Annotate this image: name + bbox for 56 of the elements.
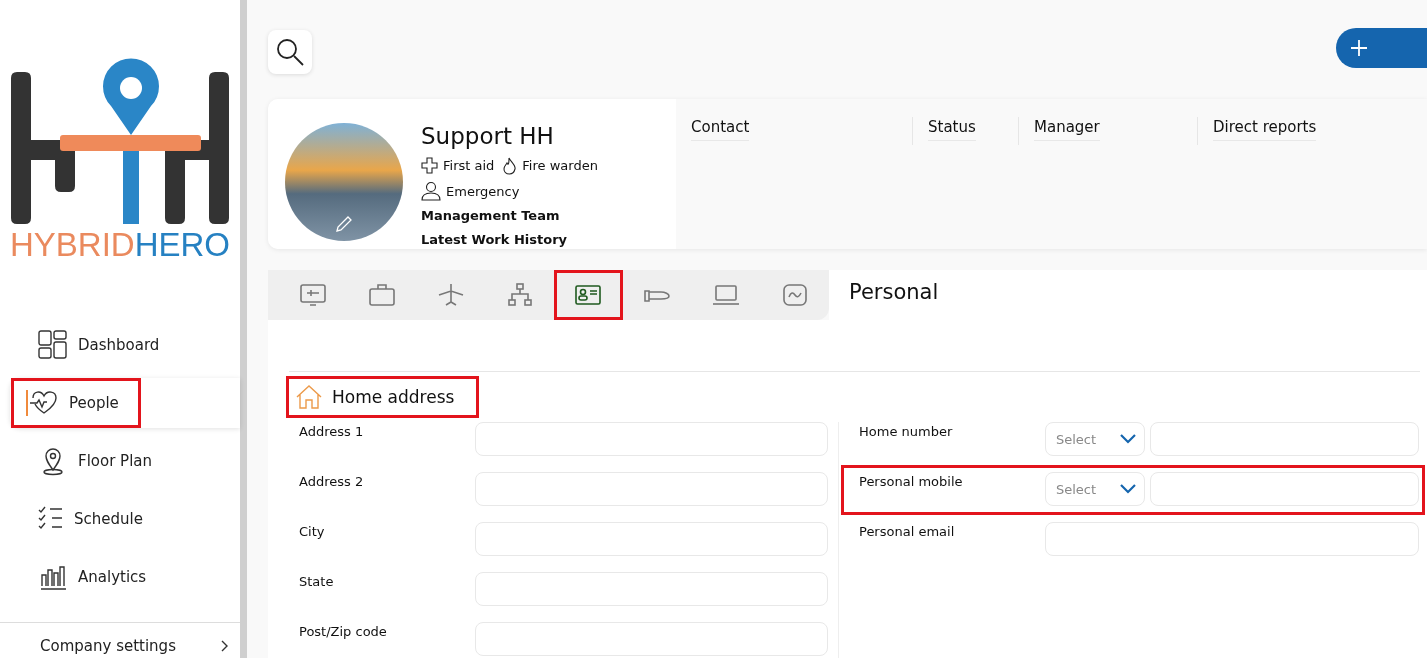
nav-label: People xyxy=(69,394,119,412)
column-heading: Contact xyxy=(691,117,750,141)
chevron-right-icon xyxy=(220,640,228,652)
field-label: City xyxy=(299,523,326,541)
flame-icon xyxy=(502,156,518,175)
monitor-icon xyxy=(299,283,328,307)
nav-item[interactable]: Analytics xyxy=(0,552,240,602)
field-label: Post/Zip code xyxy=(299,623,388,641)
nav-item-active[interactable]: People xyxy=(10,378,240,428)
team-link[interactable]: Management Team xyxy=(421,205,598,226)
search-icon xyxy=(275,37,305,67)
field-label: Address 1 xyxy=(299,423,365,441)
chevron-down-icon xyxy=(1120,484,1136,494)
checklist-icon xyxy=(38,506,64,532)
nav-item[interactable]: Dashboard xyxy=(0,320,240,370)
role-label: First aid xyxy=(443,158,495,174)
nav-label: Floor Plan xyxy=(78,452,152,470)
country-code-dropdown[interactable]: Select xyxy=(1045,472,1145,506)
laptop-icon xyxy=(711,283,740,307)
add-button[interactable] xyxy=(1336,28,1427,68)
tab[interactable] xyxy=(554,270,623,320)
column-heading: Direct reports xyxy=(1213,117,1317,141)
org-chart-icon xyxy=(505,283,534,307)
work-history-link[interactable]: Latest Work History xyxy=(421,229,598,249)
field-label: Personal mobile xyxy=(859,473,964,491)
nav-label: Schedule xyxy=(74,510,143,528)
section-title: Home address xyxy=(332,387,455,407)
column-heading: Manager xyxy=(1034,117,1100,141)
nav-label: Dashboard xyxy=(78,336,160,354)
chevron-down-icon xyxy=(1120,434,1136,444)
plus-icon xyxy=(1350,39,1368,57)
airplane-icon xyxy=(436,283,465,307)
nav-label: Analytics xyxy=(78,568,147,586)
column-heading: Status xyxy=(928,117,976,141)
dashboard-icon xyxy=(38,330,68,360)
nav-item[interactable]: Schedule xyxy=(0,494,240,544)
field-label: Address 2 xyxy=(299,473,365,491)
person-icon xyxy=(421,181,441,202)
search-button[interactable] xyxy=(268,30,312,74)
line-chart-icon xyxy=(780,283,809,307)
briefcase-icon xyxy=(368,283,397,307)
logo-wordmark: HYBRIDHERO xyxy=(10,228,230,261)
nav-item[interactable]: Floor Plan xyxy=(0,436,240,486)
company-settings-link[interactable]: Company settings xyxy=(40,637,176,655)
country-code-dropdown[interactable]: Select xyxy=(1045,422,1145,456)
field-label: Home number xyxy=(859,423,954,441)
panel-title: Personal xyxy=(849,280,939,304)
role-label: Fire warden xyxy=(522,158,598,174)
role-label: Emergency xyxy=(446,183,520,199)
id-card-icon xyxy=(574,283,603,307)
cross-icon xyxy=(421,157,438,175)
house-icon xyxy=(296,385,322,409)
profile-name: Support HH xyxy=(421,122,555,149)
pencil-icon[interactable] xyxy=(335,214,353,233)
field-label: State xyxy=(299,573,335,591)
field-label: Personal email xyxy=(859,523,956,541)
